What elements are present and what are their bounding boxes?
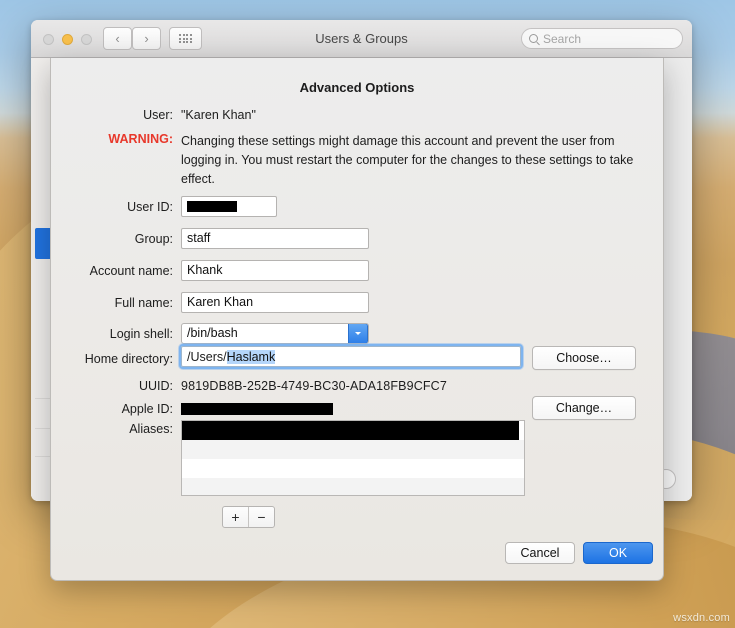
list-item[interactable] bbox=[182, 459, 524, 478]
chevron-down-icon[interactable] bbox=[348, 324, 368, 343]
search-placeholder: Search bbox=[543, 31, 582, 46]
field-row-aliases: Aliases: bbox=[51, 420, 663, 500]
redaction-bar bbox=[187, 201, 237, 212]
ok-button[interactable]: OK bbox=[583, 542, 653, 564]
apple-id-label: Apple ID: bbox=[121, 402, 173, 416]
home-directory-selection: Haslamk bbox=[226, 350, 276, 364]
home-directory-prefix: /Users/ bbox=[187, 350, 227, 364]
home-directory-input[interactable]: /Users/Haslamk bbox=[179, 344, 523, 369]
sheet-title: Advanced Options bbox=[299, 80, 415, 95]
aliases-list[interactable] bbox=[181, 420, 525, 496]
field-row-home-directory: Home directory: /Users/Haslamk Choose… bbox=[51, 344, 663, 372]
account-name-input[interactable]: Khank bbox=[181, 260, 369, 281]
choose-button[interactable]: Choose… bbox=[532, 346, 636, 370]
group-input[interactable]: staff bbox=[181, 228, 369, 249]
redaction-bar bbox=[181, 403, 333, 415]
full-name-label: Full name: bbox=[114, 296, 173, 310]
warning-text: Changing these settings might damage thi… bbox=[181, 134, 634, 186]
apple-id-value bbox=[181, 398, 333, 421]
list-item[interactable] bbox=[182, 421, 524, 440]
field-row-uuid: UUID: 9819DB8B-252B-4749-BC30-ADA18FB9CF… bbox=[51, 375, 663, 397]
field-row-login-shell: Login shell: /bin/bash bbox=[51, 323, 663, 345]
warning-label: WARNING: bbox=[108, 132, 173, 146]
search-icon bbox=[529, 34, 538, 43]
home-directory-text: /Users/Haslamk bbox=[181, 346, 521, 367]
user-value: "Karen Khan" bbox=[181, 108, 256, 122]
login-shell-label: Login shell: bbox=[109, 327, 173, 341]
field-row-account-name: Account name: Khank bbox=[51, 260, 663, 282]
remove-alias-button[interactable]: − bbox=[249, 507, 274, 527]
account-name-label: Account name: bbox=[89, 264, 173, 278]
advanced-options-sheet: Advanced Options User: "Karen Khan" WARN… bbox=[50, 58, 664, 581]
full-name-input[interactable]: Karen Khan bbox=[181, 292, 369, 313]
cancel-button[interactable]: Cancel bbox=[505, 542, 575, 564]
field-row-user-id: User ID: bbox=[51, 196, 663, 218]
login-shell-popup-button[interactable]: /bin/bash bbox=[181, 323, 369, 344]
uuid-label: UUID: bbox=[138, 379, 173, 393]
user-label: User: bbox=[143, 108, 173, 122]
field-row-apple-id: Apple ID: Change… bbox=[51, 396, 663, 421]
user-id-input[interactable] bbox=[181, 196, 277, 217]
home-directory-label: Home directory: bbox=[84, 352, 173, 366]
add-alias-button[interactable]: + bbox=[223, 507, 249, 527]
group-label: Group: bbox=[134, 232, 173, 246]
search-field[interactable]: Search bbox=[521, 28, 683, 49]
aliases-add-remove-control[interactable]: + − bbox=[222, 506, 275, 528]
field-row-full-name: Full name: Karen Khan bbox=[51, 292, 663, 314]
site-watermark: wsxdn.com bbox=[673, 612, 730, 624]
window-titlebar[interactable]: ‹ › Users & Groups Search bbox=[31, 20, 692, 58]
change-button[interactable]: Change… bbox=[532, 396, 636, 420]
aliases-label: Aliases: bbox=[129, 422, 173, 436]
login-shell-value: /bin/bash bbox=[187, 326, 238, 340]
uuid-value: 9819DB8B-252B-4749-BC30-ADA18FB9CFC7 bbox=[181, 379, 447, 393]
field-row-group: Group: staff bbox=[51, 228, 663, 250]
list-item[interactable] bbox=[182, 440, 524, 459]
user-id-label: User ID: bbox=[127, 200, 173, 214]
list-item[interactable] bbox=[182, 478, 524, 495]
